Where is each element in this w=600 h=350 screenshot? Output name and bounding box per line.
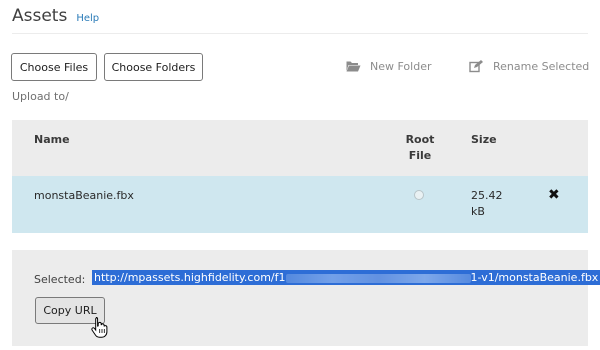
upload-to-label: Upload to	[12, 90, 66, 103]
assets-header: Assets Help	[12, 6, 99, 26]
url-prefix: http://mpassets.highfidelity.com/f1	[94, 271, 286, 284]
hand-pointer-icon	[91, 317, 108, 338]
upload-destination: Upload to/	[12, 90, 69, 103]
page-title: Assets	[12, 6, 68, 26]
column-name-header: Name	[34, 133, 70, 146]
root-file-radio[interactable]	[414, 190, 424, 200]
file-name: monstaBeanie.fbx	[34, 189, 134, 202]
rename-selected-button[interactable]: Rename Selected	[469, 59, 589, 73]
assets-table-header: Name Root File Size	[12, 120, 588, 176]
header-divider	[12, 33, 588, 34]
rename-selected-label: Rename Selected	[493, 59, 590, 73]
selected-url[interactable]: http://mpassets.highfidelity.com/f1 1-v1/…	[92, 270, 600, 285]
file-size: 25.42 kB	[471, 189, 503, 218]
url-suffix: 1-v1/monstaBeanie.fbx	[470, 271, 599, 284]
delete-icon[interactable]: ✖	[548, 187, 560, 203]
url-redacted	[285, 273, 471, 283]
new-folder-label: New Folder	[370, 59, 432, 73]
selected-label: Selected:	[34, 273, 86, 286]
folder-open-icon	[346, 59, 362, 73]
upload-path: /	[65, 90, 69, 103]
column-root-file-header: Root File	[405, 133, 435, 162]
column-size-header: Size	[471, 133, 497, 146]
new-folder-button[interactable]: New Folder	[346, 59, 431, 73]
help-link[interactable]: Help	[76, 13, 99, 24]
choose-folders-button[interactable]: Choose Folders	[104, 53, 203, 81]
choose-files-button[interactable]: Choose Files	[11, 53, 97, 81]
edit-icon	[469, 59, 485, 73]
table-row[interactable]: monstaBeanie.fbx 25.42 kB ✖	[12, 176, 588, 233]
